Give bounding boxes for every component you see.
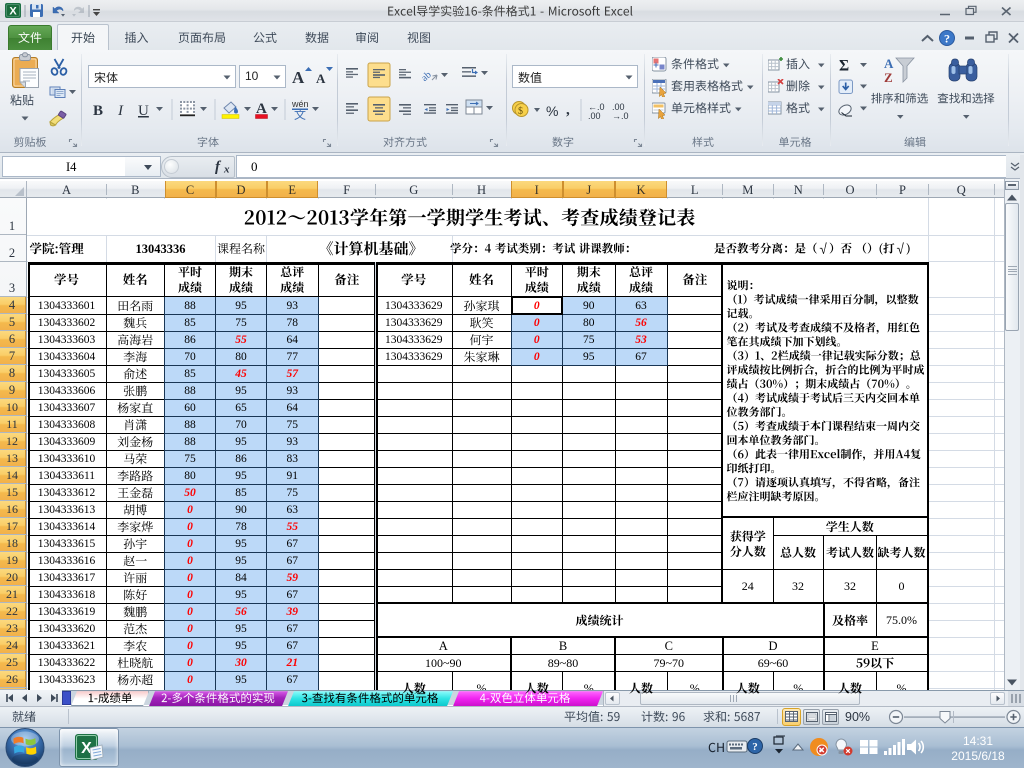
svg-text:?: ?: [752, 741, 758, 753]
